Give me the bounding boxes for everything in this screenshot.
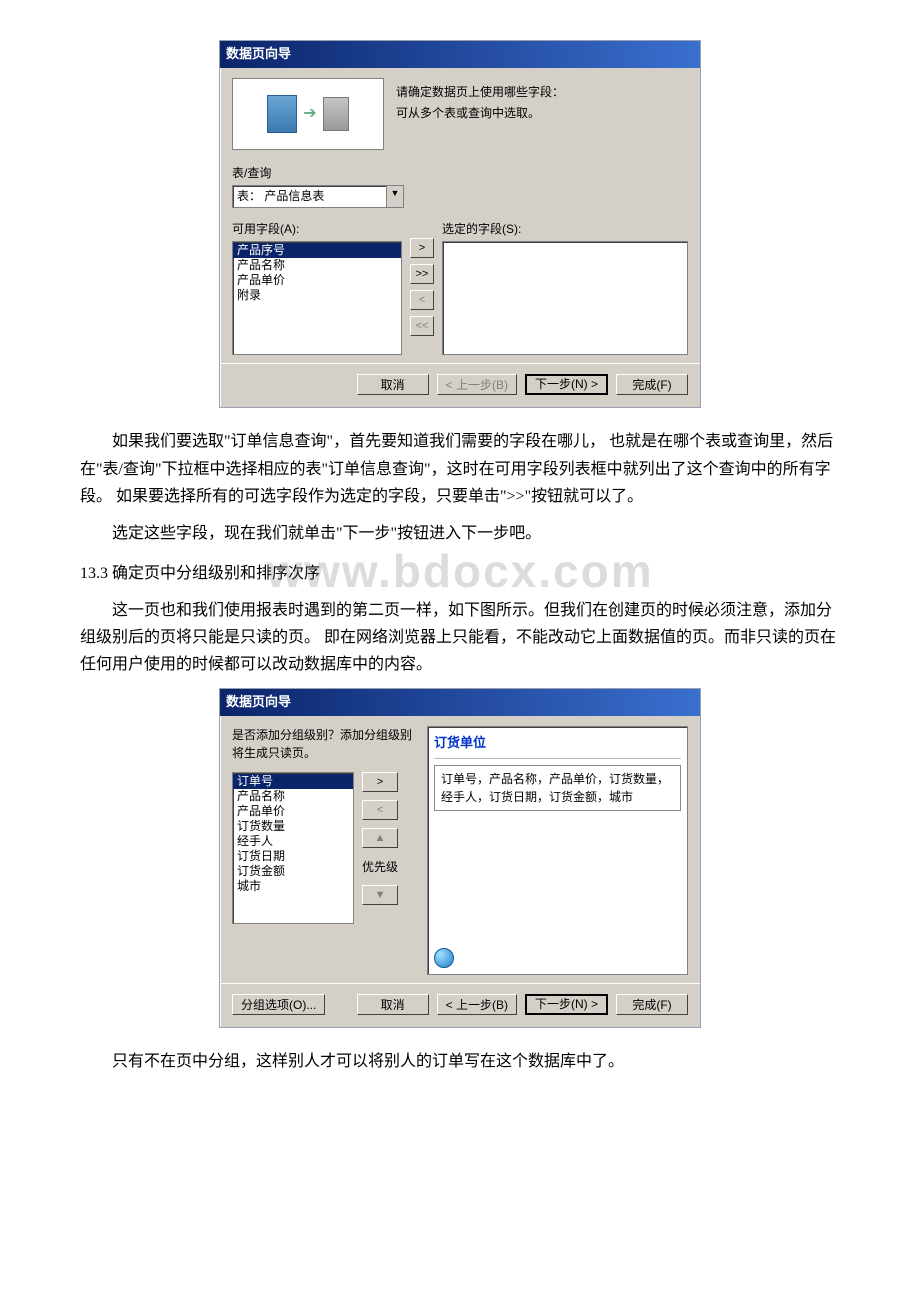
finish-button[interactable]: 完成(F) — [616, 994, 688, 1015]
move-right-button[interactable]: > — [410, 238, 434, 258]
chevron-down-icon[interactable]: ▼ — [386, 186, 403, 207]
move-all-right-button[interactable]: >> — [410, 264, 434, 284]
list-item[interactable]: 经手人 — [233, 834, 353, 849]
prompt-line2: 可从多个表或查询中选取。 — [396, 103, 688, 125]
dialog2-intro: 是否添加分组级别？添加分组级别将生成只读页。 — [232, 726, 417, 762]
paragraph-4: 只有不在页中分组，这样别人才可以将别人的订单写在这个数据库中了。 — [80, 1048, 840, 1075]
grouping-preview: 订货单位 订单号，产品名称，产品单价，订货数量，经手人，订货日期，订货金额，城市 — [427, 726, 688, 975]
list-item[interactable]: 订货日期 — [233, 849, 353, 864]
globe-icon — [434, 948, 454, 968]
dialog1-titlebar: 数据页向导 — [220, 41, 700, 68]
table-query-dropdown[interactable]: 表： 产品信息表 ▼ — [232, 185, 404, 208]
remove-group-button[interactable]: < — [362, 800, 398, 820]
next-button[interactable]: 下一步(N) > — [525, 374, 608, 395]
paragraph-2: 选定这些字段，现在我们就单击"下一步"按钮进入下一步吧。 — [80, 520, 840, 547]
cancel-button[interactable]: 取消 — [357, 374, 429, 395]
list-item[interactable]: 附录 — [233, 288, 401, 303]
add-group-button[interactable]: > — [362, 772, 398, 792]
priority-down-button[interactable]: ▼ — [362, 885, 398, 905]
table-query-label: 表/查询 — [232, 164, 688, 183]
move-left-button[interactable]: < — [410, 290, 434, 310]
list-item[interactable]: 订单号 — [233, 774, 353, 789]
list-item[interactable]: 城市 — [233, 879, 353, 894]
wizard-dialog-1: 数据页向导 ➔ 请确定数据页上使用哪些字段： 可从多个表或查询中选取。 表/查询… — [219, 40, 701, 408]
next-button[interactable]: 下一步(N) > — [525, 994, 608, 1015]
available-fields-label: 可用字段(A): — [232, 220, 402, 239]
selected-fields-label: 选定的字段(S): — [442, 220, 688, 239]
back-button[interactable]: < 上一步(B) — [437, 994, 517, 1015]
wizard-dialog-2: 数据页向导 是否添加分组级别？添加分组级别将生成只读页。 订单号 产品名称 产品… — [219, 688, 701, 1028]
wizard-decor-image: ➔ — [232, 78, 384, 150]
priority-up-button[interactable]: ▲ — [362, 828, 398, 848]
priority-label: 优先级 — [362, 858, 398, 877]
finish-button[interactable]: 完成(F) — [616, 374, 688, 395]
list-item[interactable]: 订货数量 — [233, 819, 353, 834]
section-heading: 13.3 确定页中分组级别和排序次序 — [80, 561, 840, 587]
list-item[interactable]: 产品名称 — [233, 258, 401, 273]
paragraph-1: 如果我们要选取"订单信息查询"，首先要知道我们需要的字段在哪儿， 也就是在哪个表… — [80, 428, 840, 510]
dialog2-titlebar: 数据页向导 — [220, 689, 700, 716]
list-item[interactable]: 产品序号 — [233, 243, 401, 258]
list-item[interactable]: 产品单价 — [233, 804, 353, 819]
cancel-button[interactable]: 取消 — [357, 994, 429, 1015]
list-item[interactable]: 产品单价 — [233, 273, 401, 288]
dropdown-value: 表： 产品信息表 — [233, 186, 386, 207]
dialog1-prompt: 请确定数据页上使用哪些字段： 可从多个表或查询中选取。 — [396, 78, 688, 125]
group-options-button[interactable]: 分组选项(O)... — [232, 994, 325, 1015]
preview-header: 订货单位 — [434, 733, 681, 759]
paragraph-3: 这一页也和我们使用报表时遇到的第二页一样，如下图所示。但我们在创建页的时候必须注… — [80, 597, 840, 679]
selected-fields-listbox[interactable] — [442, 241, 688, 355]
prompt-line1: 请确定数据页上使用哪些字段： — [396, 82, 688, 104]
back-button: < 上一步(B) — [437, 374, 517, 395]
available-fields-listbox[interactable]: 产品序号 产品名称 产品单价 附录 — [232, 241, 402, 355]
table-icon — [267, 95, 297, 133]
arrow-icon: ➔ — [303, 101, 316, 127]
move-all-left-button[interactable]: << — [410, 316, 434, 336]
list-item[interactable]: 订货金额 — [233, 864, 353, 879]
list-item[interactable]: 产品名称 — [233, 789, 353, 804]
grouping-fields-listbox[interactable]: 订单号 产品名称 产品单价 订货数量 经手人 订货日期 订货金额 城市 — [232, 772, 354, 924]
page-icon — [323, 97, 349, 131]
preview-fields: 订单号，产品名称，产品单价，订货数量，经手人，订货日期，订货金额，城市 — [434, 765, 681, 811]
